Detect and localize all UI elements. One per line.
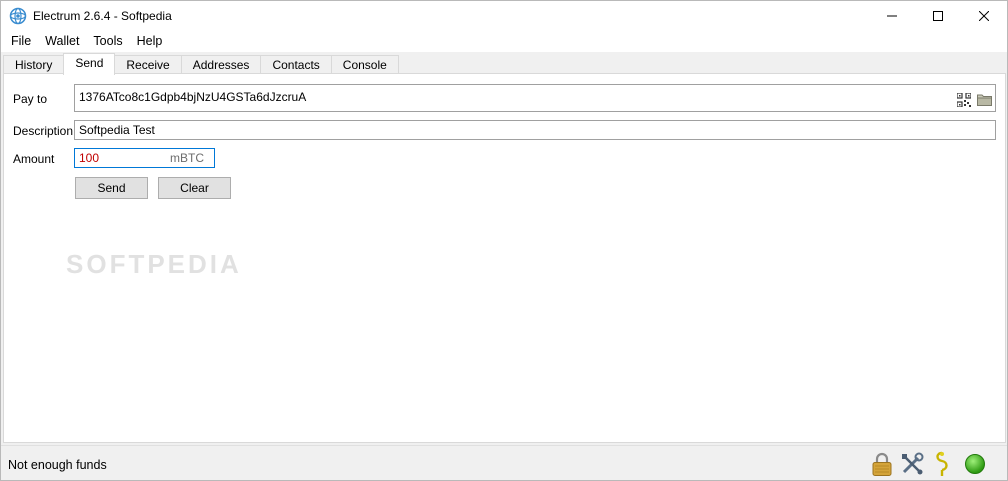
title-bar: Electrum 2.6.4 - Softpedia	[1, 1, 1007, 31]
lock-icon[interactable]	[869, 451, 895, 477]
tab-contacts[interactable]: Contacts	[260, 55, 332, 75]
window-title: Electrum 2.6.4 - Softpedia	[33, 9, 172, 23]
qr-code-icon[interactable]	[956, 92, 972, 110]
amount-field[interactable]: 100 mBTC	[74, 148, 215, 168]
electrum-window: Electrum 2.6.4 - Softpedia File Wallet T…	[0, 0, 1008, 481]
softpedia-watermark: SOFTPEDIA	[66, 249, 242, 279]
menu-file[interactable]: File	[4, 31, 38, 52]
menu-bar: File Wallet Tools Help	[1, 31, 1007, 52]
pay-to-value: 1376ATco8c1Gdpb4bjNzU4GSTa6dJzcruA	[79, 90, 307, 104]
menu-tools[interactable]: Tools	[86, 31, 129, 52]
maximize-button[interactable]	[915, 1, 961, 31]
pay-to-field[interactable]: 1376ATco8c1Gdpb4bjNzU4GSTa6dJzcruA	[74, 84, 996, 112]
maximize-icon	[933, 11, 943, 21]
menu-wallet[interactable]: Wallet	[38, 31, 86, 52]
status-bar: Not enough funds	[1, 445, 1007, 480]
minimize-button[interactable]	[869, 1, 915, 31]
description-value: Softpedia Test	[79, 123, 155, 137]
seed-icon[interactable]	[929, 451, 955, 477]
description-field[interactable]: Softpedia Test	[74, 120, 996, 140]
amount-label: Amount	[13, 152, 55, 166]
tab-send[interactable]: Send	[63, 53, 116, 75]
status-text: Not enough funds	[8, 458, 107, 472]
amount-unit: mBTC	[170, 151, 204, 165]
close-button[interactable]	[961, 1, 1007, 31]
tab-history[interactable]: History	[3, 55, 65, 75]
tools-icon[interactable]	[899, 451, 925, 477]
tab-console[interactable]: Console	[330, 55, 399, 75]
close-icon	[979, 11, 989, 21]
tab-receive[interactable]: Receive	[114, 55, 182, 75]
pay-to-label: Pay to	[13, 92, 48, 106]
folder-icon[interactable]	[977, 93, 992, 109]
menu-help[interactable]: Help	[130, 31, 170, 52]
description-label: Description	[13, 124, 74, 138]
network-status-icon[interactable]	[962, 451, 988, 477]
send-button[interactable]: Send	[75, 177, 148, 199]
tab-bar: History Send Receive Addresses Contacts …	[3, 53, 399, 75]
clear-button[interactable]: Clear	[158, 177, 231, 199]
tab-addresses[interactable]: Addresses	[180, 55, 262, 75]
electrum-icon	[9, 7, 27, 25]
minimize-icon	[887, 15, 897, 17]
amount-value: 100	[79, 151, 100, 165]
send-panel: Pay to 1376ATco8c1Gdpb4bjNzU4GSTa6dJzcru…	[3, 73, 1006, 443]
